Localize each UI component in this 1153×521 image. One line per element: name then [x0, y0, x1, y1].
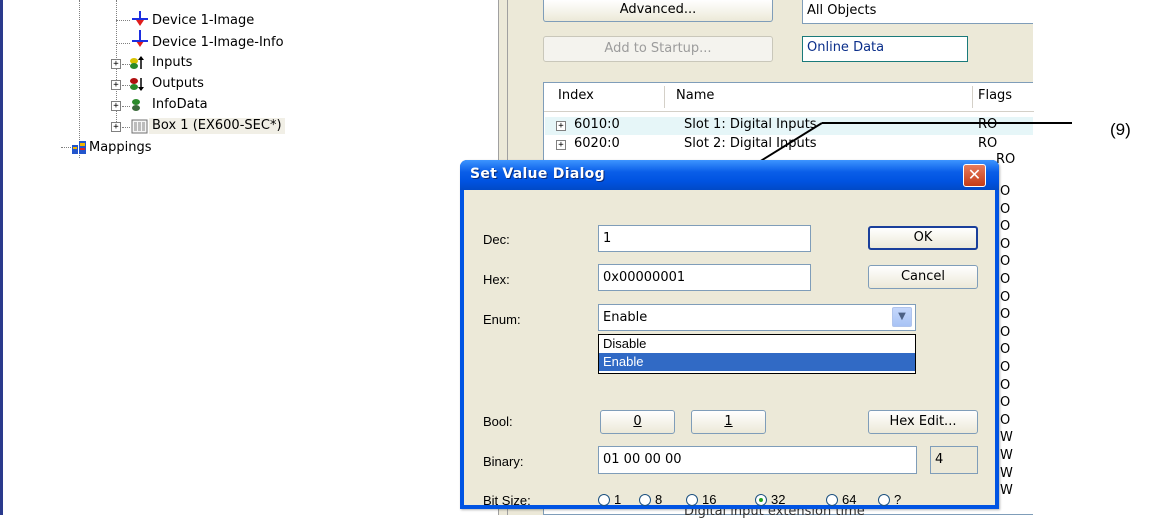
hex-label: Hex: — [483, 272, 510, 287]
bool-0-text: 0 — [633, 414, 642, 429]
bitsize-radio-64[interactable] — [826, 494, 838, 506]
bitsize-option-label: 8 — [655, 492, 663, 507]
bitsize-option-label: 16 — [702, 492, 717, 507]
bool-label: Bool: — [483, 414, 513, 429]
enum-dropdown-list[interactable]: Disable Enable — [598, 334, 916, 374]
dec-label: Dec: — [483, 232, 510, 247]
bitsize-option-label: 1 — [614, 492, 622, 507]
bool-1-button[interactable]: 1 — [691, 410, 766, 434]
bitsize-radio-1[interactable] — [598, 494, 610, 506]
bitsize-option-label: 32 — [771, 492, 786, 507]
bitsize-radio-8[interactable] — [639, 494, 651, 506]
bitsize-option-label: ? — [894, 492, 902, 507]
bitsize-label: Bit Size: — [483, 493, 531, 508]
hex-edit-button[interactable]: Hex Edit... — [868, 410, 978, 434]
enum-select[interactable]: Enable — [598, 304, 916, 331]
dec-input[interactable]: 1 — [598, 225, 811, 252]
set-value-dialog: Set Value Dialog ✕ Dec: 1 OK Hex: 0x0000… — [460, 160, 999, 509]
bool-1-text: 1 — [724, 414, 733, 429]
binary-input[interactable]: 01 00 00 00 — [598, 446, 917, 474]
close-icon: ✕ — [967, 165, 982, 184]
bitsize-radio-32[interactable] — [755, 494, 767, 506]
bitsize-radio-16[interactable] — [686, 494, 698, 506]
cancel-button[interactable]: Cancel — [868, 265, 978, 289]
enum-option-enable[interactable]: Enable — [599, 353, 915, 371]
dialog-body: Dec: 1 OK Hex: 0x00000001 Cancel Enum: E… — [464, 190, 995, 508]
bitsize-radio-auto[interactable] — [878, 494, 890, 506]
enum-option-disable[interactable]: Disable — [599, 335, 915, 353]
enum-label: Enum: — [483, 312, 521, 327]
ok-button[interactable]: OK — [868, 226, 978, 250]
dialog-title: Set Value Dialog — [470, 166, 605, 182]
binary-label: Binary: — [483, 454, 524, 469]
bool-0-button[interactable]: 0 — [600, 410, 675, 434]
bitsize-option-label: 64 — [842, 492, 857, 507]
close-button[interactable]: ✕ — [963, 164, 986, 187]
binary-size-field: 4 — [930, 446, 978, 474]
hex-input[interactable]: 0x00000001 — [598, 264, 811, 291]
chevron-down-icon[interactable]: ▼ — [892, 307, 912, 327]
callout-label: (9) — [1110, 120, 1131, 139]
